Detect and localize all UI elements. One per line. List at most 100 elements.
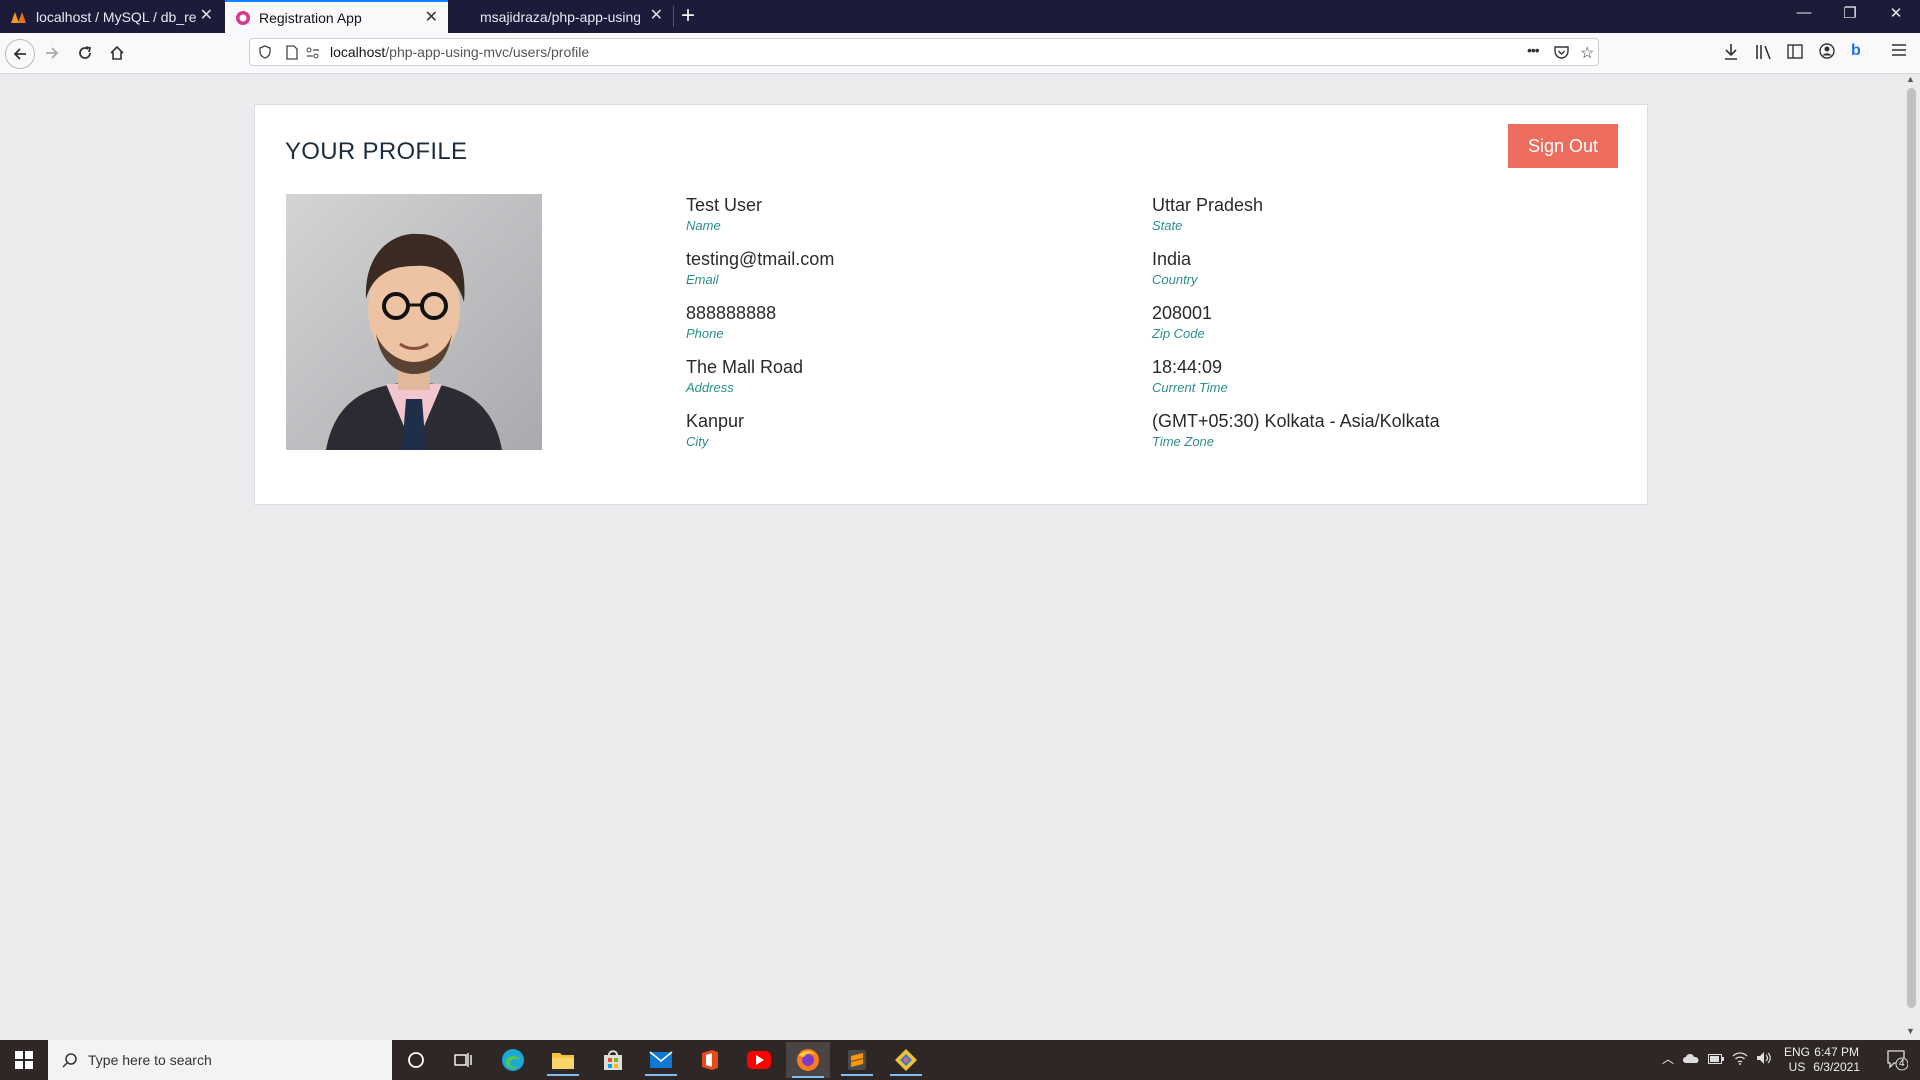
page-actions-menu-icon[interactable]: ••• [1527, 42, 1540, 58]
sidebar-icon[interactable] [1787, 44, 1803, 64]
url-bar[interactable]: localhost/php-app-using-mvc/users/profil… [249, 38, 1599, 66]
field-zip-code: 208001 Zip Code [1152, 303, 1212, 341]
office-icon[interactable] [688, 1044, 732, 1076]
field-label: State [1152, 218, 1183, 233]
close-tab-icon[interactable]: ✕ [200, 8, 213, 24]
field-value: 18:44:09 [1152, 357, 1223, 377]
download-icon[interactable] [1723, 43, 1739, 66]
url-text[interactable]: localhost/php-app-using-mvc/users/profil… [330, 44, 589, 60]
sublime-text-icon[interactable] [835, 1044, 879, 1076]
search-placeholder: Type here to search [88, 1052, 212, 1068]
field-label: Name [686, 218, 721, 233]
mail-icon[interactable] [639, 1044, 683, 1076]
taskbar-search-box[interactable]: Type here to search [48, 1040, 392, 1080]
field-city: Kanpur City [686, 411, 744, 449]
tab-title: msajidraza/php-app-using- [480, 8, 640, 25]
bing-extension-icon[interactable]: b [1851, 42, 1861, 60]
field-email: testing@tmail.com Email [686, 249, 834, 287]
action-center-icon[interactable]: 4 [1886, 1049, 1909, 1074]
shield-icon[interactable] [258, 45, 272, 64]
field-label: Country [1152, 272, 1198, 287]
close-tab-icon[interactable]: ✕ [650, 8, 663, 24]
phpmyadmin-icon [11, 11, 26, 23]
pocket-icon[interactable] [1554, 45, 1569, 64]
close-tab-icon[interactable]: ✕ [425, 10, 438, 26]
field-value: Uttar Pradesh [1152, 195, 1264, 215]
field-address: The Mall Road Address [686, 357, 803, 395]
task-view-icon[interactable] [441, 1044, 485, 1076]
field-value: India [1152, 249, 1192, 269]
minimize-icon[interactable]: — [1781, 4, 1827, 21]
youtube-icon[interactable] [737, 1044, 781, 1076]
search-icon [62, 1053, 77, 1068]
tab-phpmyadmin[interactable]: localhost / MySQL / db_reg ✕ [0, 0, 223, 33]
onedrive-icon[interactable] [1682, 1052, 1700, 1067]
field-value: Kanpur [686, 411, 745, 431]
field-label: Address [686, 380, 734, 395]
running-indicator [645, 1074, 677, 1076]
field-label: Time Zone [1152, 434, 1215, 449]
bookmark-star-icon[interactable]: ☆ [1580, 43, 1594, 63]
field-value: (GMT+05:30) Kolkata - Asia/Kolkata [1152, 411, 1440, 431]
new-tab-icon[interactable]: + [681, 3, 695, 29]
wifi-icon[interactable] [1732, 1051, 1748, 1068]
vertical-scrollbar[interactable]: ▲ ▼ [1902, 74, 1920, 1040]
reload-icon[interactable] [71, 39, 99, 67]
language-indicator[interactable]: ENG US [1784, 1045, 1810, 1075]
page-title: YOUR PROFILE [285, 138, 468, 165]
url-host: localhost [330, 44, 386, 60]
field-value: 888888888 [686, 303, 777, 323]
running-indicator [547, 1074, 579, 1076]
sign-out-button[interactable]: Sign Out [1508, 124, 1618, 168]
git-tool-icon[interactable] [884, 1044, 928, 1076]
clock-date: 6/3/2021 [1813, 1060, 1860, 1074]
back-icon[interactable] [5, 39, 35, 69]
clock[interactable]: 6:47 PM 6/3/2021 [1813, 1045, 1860, 1075]
field-time-zone: (GMT+05:30) Kolkata - Asia/Kolkata Time … [1152, 411, 1440, 449]
window-close-icon[interactable]: ✕ [1873, 4, 1919, 22]
store-icon[interactable] [591, 1044, 635, 1076]
edge-icon[interactable] [491, 1044, 535, 1076]
scrollbar-thumb[interactable] [1907, 88, 1916, 1008]
field-label: City [686, 434, 709, 449]
field-state: Uttar Pradesh State [1152, 195, 1263, 233]
field-label: Zip Code [1152, 326, 1205, 341]
show-hidden-icons-icon[interactable]: ︿ [1662, 1050, 1674, 1067]
field-phone: 888888888 Phone [686, 303, 776, 341]
windows-taskbar: Type here to search ︿ ENG US 6:47 PM 6/3… [0, 1040, 1920, 1080]
clock-time: 6:47 PM [1814, 1045, 1859, 1059]
tab-title: localhost / MySQL / db_reg [36, 8, 196, 25]
account-icon[interactable] [1819, 43, 1835, 64]
restore-icon[interactable]: ❐ [1827, 4, 1873, 22]
volume-icon[interactable] [1756, 1051, 1772, 1068]
hamburger-menu-icon[interactable] [1892, 43, 1906, 62]
running-indicator [841, 1074, 873, 1076]
language-code: ENG [1783, 1045, 1810, 1059]
start-button[interactable] [0, 1040, 48, 1080]
tab-github[interactable]: msajidraza/php-app-using- ✕ [450, 0, 673, 33]
permissions-icon[interactable] [306, 46, 320, 64]
app-icon [236, 10, 250, 25]
file-explorer-icon[interactable] [541, 1044, 585, 1076]
field-value: The Mall Road [686, 357, 804, 377]
library-icon[interactable] [1755, 44, 1773, 65]
page-icon [286, 45, 298, 65]
notification-count: 4 [1899, 1058, 1905, 1069]
scroll-down-icon[interactable]: ▼ [1906, 1026, 1915, 1036]
field-label: Phone [686, 326, 724, 341]
home-icon[interactable] [103, 39, 131, 67]
tab-registration-app[interactable]: Registration App ✕ [225, 0, 448, 33]
field-value: Test User [686, 195, 763, 215]
tab-title: Registration App [259, 9, 362, 26]
profile-photo [286, 194, 542, 450]
browser-tab-bar: localhost / MySQL / db_reg ✕ Registratio… [0, 0, 1920, 33]
field-value: testing@tmail.com [686, 249, 835, 269]
scroll-up-icon[interactable]: ▲ [1906, 74, 1915, 84]
firefox-icon[interactable] [786, 1042, 830, 1078]
field-country: India Country [1152, 249, 1198, 287]
forward-icon[interactable] [38, 39, 66, 67]
cortana-icon[interactable] [394, 1044, 438, 1076]
tab-separator [673, 6, 674, 27]
field-label: Email [686, 272, 719, 287]
battery-icon[interactable] [1708, 1053, 1724, 1067]
